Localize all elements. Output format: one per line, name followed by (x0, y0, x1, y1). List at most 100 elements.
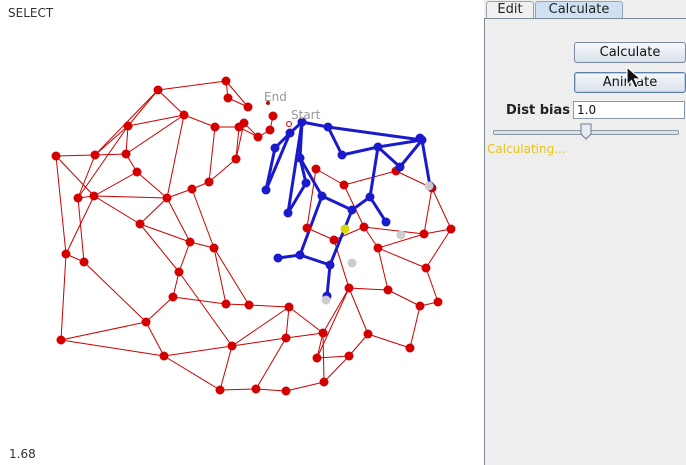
graph-node[interactable] (415, 301, 425, 311)
visited-node[interactable] (321, 295, 331, 305)
graph-node[interactable] (187, 184, 197, 194)
graph-node[interactable] (446, 224, 456, 234)
graph-node[interactable] (153, 85, 163, 95)
graph-node[interactable] (79, 257, 89, 267)
graph-node[interactable] (344, 351, 354, 361)
visited-node[interactable] (347, 258, 357, 268)
graph-node[interactable] (344, 283, 354, 293)
graph-node[interactable] (281, 333, 291, 343)
calculate-button[interactable]: Calculate (574, 42, 686, 63)
graph-node[interactable] (419, 229, 429, 239)
graph-node[interactable] (89, 191, 99, 201)
graph-node[interactable] (359, 222, 369, 232)
dist-bias-input[interactable] (573, 101, 685, 119)
search-tree-edge (299, 253, 331, 267)
dist-bias-slider[interactable] (493, 123, 679, 143)
search-tree-node[interactable] (395, 162, 405, 172)
graph-edge (157, 89, 185, 116)
graph-node[interactable] (433, 297, 443, 307)
graph-node[interactable] (239, 118, 249, 128)
graph-node[interactable] (223, 93, 233, 103)
graph-node[interactable] (373, 243, 383, 253)
search-tree-node[interactable] (323, 122, 333, 132)
current-node[interactable] (340, 224, 350, 234)
graph-edge (213, 247, 250, 306)
visited-node[interactable] (424, 181, 434, 191)
search-tree-node[interactable] (273, 253, 283, 263)
graph-node[interactable] (405, 343, 415, 353)
graph-edge (377, 247, 389, 291)
graph-node[interactable] (319, 377, 329, 387)
graph-node[interactable] (302, 223, 312, 233)
graph-node[interactable] (73, 193, 83, 203)
graph-node[interactable] (265, 125, 275, 135)
graph-node[interactable] (221, 76, 231, 86)
search-tree-node[interactable] (381, 217, 391, 227)
graph-node[interactable] (231, 154, 241, 164)
graph-canvas[interactable]: End Start SELECT 1.68 (0, 0, 484, 465)
graph-node[interactable] (244, 300, 254, 310)
search-tree-edge (264, 132, 292, 191)
graph-node[interactable] (339, 180, 349, 190)
graph-node[interactable] (51, 151, 61, 161)
start-node-marker[interactable] (286, 121, 292, 127)
search-tree-node[interactable] (373, 142, 383, 152)
graph-node[interactable] (221, 299, 231, 309)
search-tree-node[interactable] (295, 153, 305, 163)
graph-node[interactable] (243, 102, 253, 112)
graph-node[interactable] (311, 164, 321, 174)
graph-drawing[interactable]: End Start (0, 0, 484, 465)
search-tree-node[interactable] (365, 192, 375, 202)
search-tree-node[interactable] (295, 250, 305, 260)
graph-node[interactable] (123, 121, 133, 131)
graph-edge (409, 305, 421, 349)
graph-node[interactable] (56, 335, 66, 345)
graph-edge (65, 195, 95, 255)
graph-node[interactable] (284, 302, 294, 312)
graph-node[interactable] (227, 341, 237, 351)
graph-node[interactable] (141, 317, 151, 327)
graph-node[interactable] (132, 167, 142, 177)
graph-node[interactable] (121, 149, 131, 159)
search-tree-node[interactable] (347, 205, 357, 215)
graph-node[interactable] (135, 219, 145, 229)
search-tree-node[interactable] (337, 150, 347, 160)
graph-node[interactable] (329, 235, 339, 245)
search-tree-node[interactable] (285, 128, 295, 138)
graph-node[interactable] (253, 132, 263, 142)
graph-node[interactable] (185, 237, 195, 247)
search-tree-node[interactable] (415, 133, 425, 143)
graph-node[interactable] (251, 384, 261, 394)
graph-node[interactable] (162, 193, 172, 203)
graph-node[interactable] (318, 328, 328, 338)
search-tree-node[interactable] (283, 208, 293, 218)
graph-node[interactable] (159, 351, 169, 361)
graph-node[interactable] (281, 386, 291, 396)
graph-node[interactable] (363, 329, 373, 339)
graph-node[interactable] (204, 177, 214, 187)
graph-edge (60, 253, 67, 341)
graph-node[interactable] (268, 111, 278, 121)
graph-node[interactable] (168, 292, 178, 302)
graph-node[interactable] (61, 249, 71, 259)
graph-node[interactable] (215, 385, 225, 395)
graph-edge (145, 321, 165, 357)
graph-node[interactable] (312, 353, 322, 363)
search-tree-node[interactable] (317, 191, 327, 201)
graph-node[interactable] (210, 122, 220, 132)
search-tree-node[interactable] (270, 143, 280, 153)
graph-edge (77, 125, 129, 199)
visited-node[interactable] (396, 230, 406, 240)
tab-edit[interactable]: Edit (486, 1, 534, 18)
tab-calculate[interactable]: Calculate (535, 1, 623, 18)
graph-node[interactable] (209, 243, 219, 253)
graph-node[interactable] (174, 267, 184, 277)
graph-node[interactable] (179, 110, 189, 120)
graph-node[interactable] (90, 150, 100, 160)
graph-node[interactable] (383, 285, 393, 295)
search-tree-node[interactable] (261, 185, 271, 195)
search-tree-node[interactable] (325, 260, 335, 270)
slider-thumb[interactable] (580, 123, 592, 140)
search-tree-node[interactable] (301, 178, 311, 188)
graph-node[interactable] (421, 263, 431, 273)
